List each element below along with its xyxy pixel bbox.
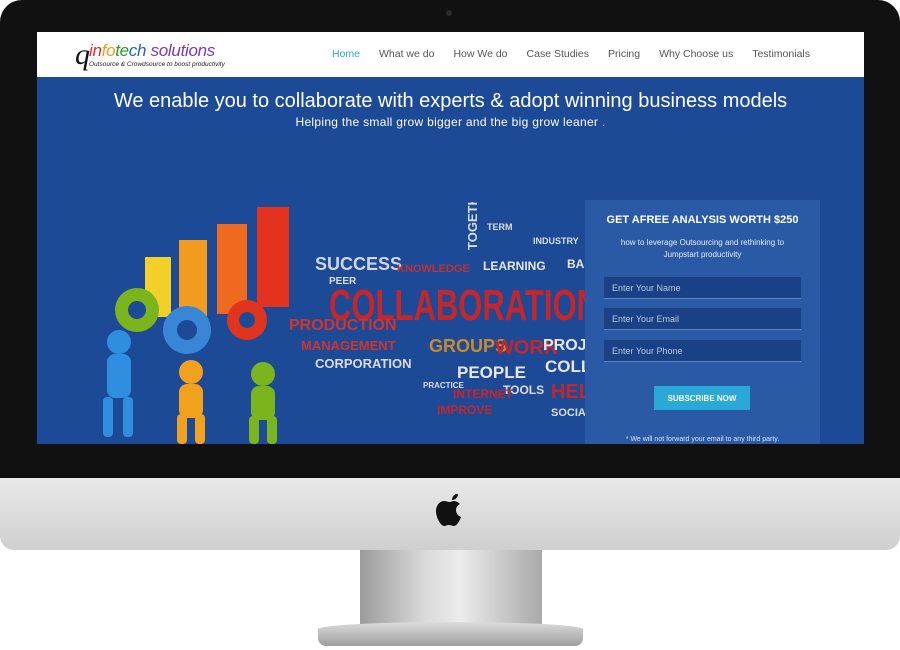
- analysis-form: GET AFREE ANALYSIS WORTH $250 how to lev…: [585, 200, 820, 444]
- logo-tagline: Outsource & Crowdsource to boost product…: [89, 61, 225, 68]
- word-learning: LEARNING: [483, 259, 546, 273]
- word-practice: PRACTICE: [423, 381, 465, 390]
- camera-dot: [446, 10, 452, 16]
- word-management: MANAGEMENT: [301, 338, 396, 353]
- name-field[interactable]: [604, 277, 801, 299]
- word-industry: INDUSTRY: [533, 236, 579, 246]
- website-screen: q infotech solutions Outsource & Crowdso…: [37, 32, 864, 444]
- gear-blue: [163, 306, 211, 354]
- nav-case-studies[interactable]: Case Studies: [527, 48, 589, 60]
- form-description: how to leverage Outsourcing and rethinki…: [620, 238, 785, 259]
- bar-darkorange: [217, 224, 247, 314]
- main-nav: Home What we do How We do Case Studies P…: [313, 48, 810, 60]
- bar-orange: [179, 240, 207, 316]
- form-disclaimer: * We will not forward your email to any …: [625, 436, 780, 443]
- hero-title: We enable you to collaborate with expert…: [113, 90, 788, 112]
- monitor-base: [318, 622, 583, 646]
- word-success: SUCCESS: [315, 254, 402, 274]
- nav-testimonials[interactable]: Testimonials: [752, 48, 810, 60]
- word-improve: IMPROVE: [437, 403, 492, 417]
- figure-orange: [177, 360, 205, 444]
- logo-mark: q: [75, 38, 90, 71]
- apple-logo-icon: [436, 494, 461, 526]
- word-term: TERM: [487, 222, 513, 232]
- subscribe-button[interactable]: SUBSCRIBE NOW: [654, 386, 750, 410]
- top-navbar: q infotech solutions Outsource & Crowdso…: [37, 32, 864, 77]
- phone-field[interactable]: [604, 340, 801, 362]
- nav-pricing[interactable]: Pricing: [608, 48, 640, 60]
- monitor-stand: [360, 550, 542, 624]
- site-logo[interactable]: q infotech solutions Outsource & Crowdso…: [75, 40, 255, 72]
- word-people: PEOPLE: [457, 363, 526, 382]
- figure-green: [249, 362, 277, 444]
- nav-how-we-do[interactable]: How We do: [453, 48, 507, 60]
- word-together: TOGETHER: [465, 202, 480, 250]
- word-knowledge: KNOWLEDGE: [397, 263, 470, 275]
- email-field[interactable]: [604, 308, 801, 330]
- word-corporation: CORPORATION: [315, 356, 412, 371]
- word-peer: PEER: [329, 276, 357, 287]
- figure-blue: [103, 330, 133, 437]
- collaboration-illustration: SUCCESS KNOWLEDGE LEARNING BASED COLLABO…: [103, 202, 607, 444]
- gear-red: [227, 300, 267, 340]
- form-title: GET AFREE ANALYSIS WORTH $250: [606, 214, 799, 226]
- nav-why-choose-us[interactable]: Why Choose us: [659, 48, 733, 60]
- logo-text: infotech solutions: [89, 41, 215, 60]
- bar-red: [257, 207, 289, 307]
- nav-what-we-do[interactable]: What we do: [379, 48, 434, 60]
- gear-green: [115, 288, 159, 332]
- nav-home[interactable]: Home: [332, 48, 360, 60]
- hero-subtitle: Helping the small grow bigger and the bi…: [295, 115, 606, 129]
- word-production: PRODUCTION: [289, 317, 397, 334]
